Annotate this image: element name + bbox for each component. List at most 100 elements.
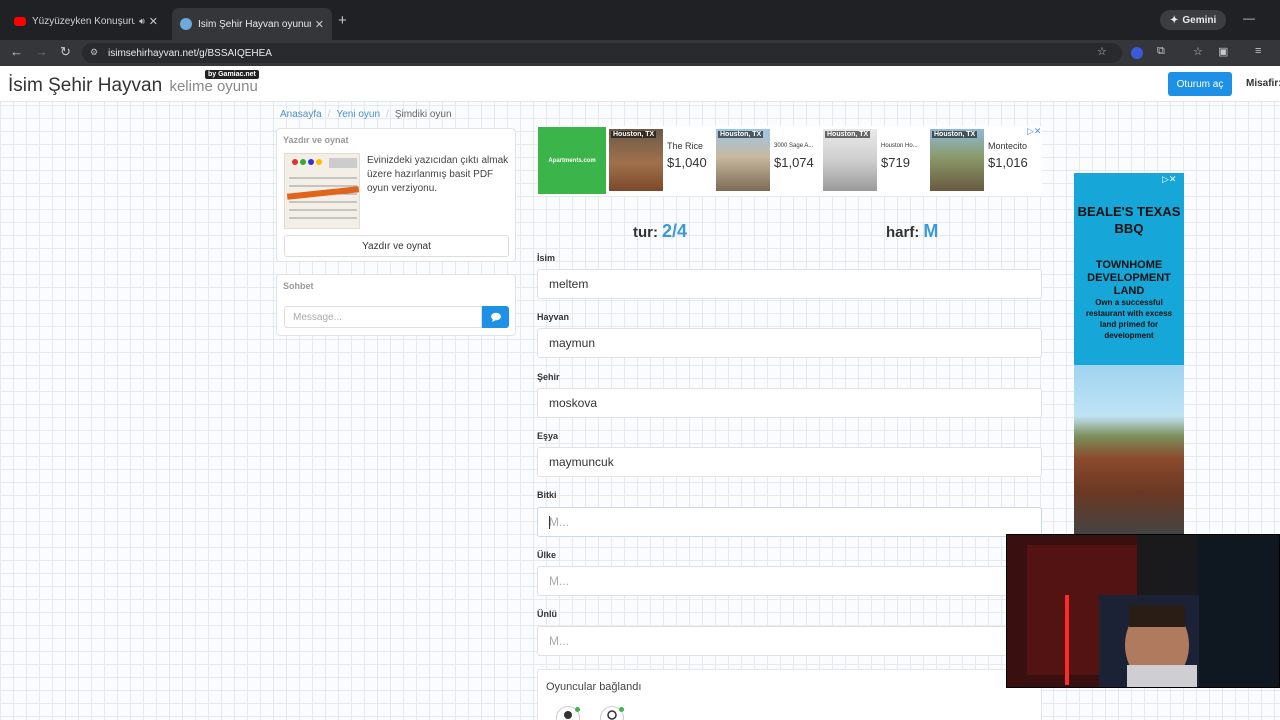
listing-price: $719 (881, 155, 910, 170)
site-info-icon[interactable]: ⚙ (90, 47, 98, 58)
listing-name: The Rice (667, 141, 704, 151)
ad-subhead: TOWNHOME DEVELOPMENT LAND (1087, 259, 1171, 297)
field-input-ulke[interactable]: M... (537, 566, 1042, 596)
breadcrumb-separator: / (327, 109, 331, 120)
ad-listing[interactable]: Houston, TX Montecito $1,016 (930, 129, 1037, 191)
field-label-bitki: Bitki (537, 490, 557, 500)
field-input-unlu[interactable]: M... (537, 626, 1042, 656)
listing-city: Houston, TX (825, 131, 871, 138)
round-info: tur: 2/4 (633, 221, 687, 242)
youtube-icon (14, 16, 26, 26)
brand-title: İsim Şehir Hayvan (8, 75, 163, 96)
breadcrumb: Anasayfa / Yeni oyun / Şimdiki oyun (280, 109, 452, 120)
chat-message-input[interactable]: Message... (284, 306, 482, 328)
print-preview-image (284, 153, 360, 229)
ad-choices-close-icon[interactable]: ▷✕ (1027, 126, 1041, 137)
listing-name: Houston Ho... (881, 143, 918, 149)
reload-icon[interactable]: ↻ (60, 44, 71, 60)
ad-choices-close-icon[interactable]: ▷✕ (1162, 174, 1176, 185)
forward-icon[interactable]: → (35, 44, 48, 59)
field-label-unlu: Ünlü (537, 609, 557, 619)
login-button[interactable]: Oturum aç (1168, 72, 1232, 96)
gemini-button[interactable]: ✦ Gemini (1160, 10, 1227, 30)
ad-listing[interactable]: Houston, TX 3000 Sage A... $1,074 (716, 129, 823, 191)
listing-photo (930, 129, 984, 191)
extensions-puzzle-icon[interactable]: ⧉ (1157, 45, 1165, 58)
chat-bubble-icon (490, 312, 501, 322)
field-input-isim[interactable]: meltem (537, 269, 1042, 299)
print-and-play-button[interactable]: Yazdır ve oynat (284, 235, 509, 257)
minimize-icon[interactable]: — (1243, 11, 1255, 25)
ad-body: Own a successful restaurant with excess … (1085, 298, 1173, 340)
gemini-label: Gemini (1182, 14, 1217, 26)
chat-title: Sohbet (283, 281, 314, 291)
menu-icon[interactable]: ≡ (1255, 45, 1261, 57)
breadcrumb-separator: / (386, 109, 389, 120)
url-text: isimsehirhayvan.net/g/BSSAIQEHEA (108, 47, 272, 59)
ad-banner-side[interactable]: ▷✕ BEALE'S TEXAS BBQ TOWNHOME DEVELOPMEN… (1074, 173, 1184, 535)
brand-subtitle: kelime oyunu (169, 78, 258, 95)
listing-price: $1,074 (774, 155, 814, 170)
field-input-esya[interactable]: maymuncuk (537, 447, 1042, 477)
sparkle-icon: ✦ (1170, 14, 1179, 26)
chat-send-button[interactable] (482, 306, 509, 328)
listing-photo (609, 129, 663, 191)
tab-title: İsim Şehir Hayvan oyununa katıl (198, 18, 311, 30)
letter-label: harf: (886, 224, 920, 241)
field-input-hayvan[interactable]: maymun (537, 328, 1042, 358)
ad-logo: Apartments.com (538, 127, 606, 194)
player-avatar-icon (556, 706, 580, 720)
field-label-isim: İsim (537, 253, 556, 263)
ad-photo (1074, 365, 1184, 535)
round-label: tur: (633, 224, 658, 241)
listing-city: Houston, TX (932, 131, 978, 138)
listing-price: $1,016 (988, 155, 1028, 170)
listing-city: Houston, TX (611, 131, 657, 138)
chat-panel: Sohbet Message... (276, 274, 516, 336)
players-title: Oyuncular bağlandı (546, 681, 642, 693)
field-input-sehir[interactable]: moskova (537, 388, 1042, 418)
print-panel: Yazdır ve oynat Evinizdeki yazıcıdan çık… (276, 128, 516, 262)
field-label-sehir: Şehir (537, 372, 560, 382)
extension-icon[interactable] (1131, 47, 1143, 59)
page-content: İsim Şehir Hayvan kelime oyunu by Gamiac… (0, 66, 1280, 720)
listing-price: $1,040 (667, 155, 707, 170)
ad-listing[interactable]: Houston, TX The Rice $1,040 (609, 129, 716, 191)
letter-value: M (923, 221, 939, 241)
online-indicator (575, 707, 580, 712)
round-value: 2/4 (662, 221, 688, 241)
field-label-hayvan: Hayvan (537, 312, 570, 322)
print-panel-title: Yazdır ve oynat (283, 135, 349, 145)
online-indicator (619, 707, 624, 712)
ad-headline: BEALE'S TEXAS BBQ (1077, 204, 1181, 236)
print-description: Evinizdeki yazıcıdan çıktı almak üzere h… (367, 155, 509, 194)
field-label-ulke: Ülke (537, 550, 557, 560)
listing-name: Montecito (988, 141, 1028, 151)
listing-name: 3000 Sage A... (774, 143, 814, 149)
close-tab-icon[interactable]: ✕ (149, 15, 158, 28)
webcam-overlay (1006, 534, 1280, 688)
close-tab-icon[interactable]: ✕ (315, 18, 324, 31)
back-icon[interactable]: ← (10, 44, 23, 59)
breadcrumb-new-game[interactable]: Yeni oyun (336, 109, 380, 120)
site-favicon-icon (180, 18, 192, 30)
breadcrumb-home[interactable]: Anasayfa (280, 109, 322, 120)
tab-search-icon[interactable]: ▣ (1218, 45, 1228, 58)
speaker-icon: 🔊︎ (139, 15, 145, 26)
tab-youtube[interactable]: Yüzyüzeyken Konuşuruz - D 🔊︎ ✕ (6, 8, 166, 34)
tab-isim-sehir-hayvan[interactable]: İsim Şehir Hayvan oyununa katıl ✕ (172, 8, 332, 40)
byline-badge: by Gamiac.net (205, 70, 259, 79)
field-input-bitki[interactable]: M... (537, 507, 1042, 537)
site-navbar: İsim Şehir Hayvan kelime oyunu by Gamiac… (0, 66, 1280, 102)
guest-label: Misafir: (1246, 78, 1280, 89)
url-field[interactable]: ⚙ isimsehirhayvan.net/g/BSSAIQEHEA (82, 43, 1122, 63)
tab-title: Yüzyüzeyken Konuşuruz - D (32, 15, 136, 27)
new-tab-icon[interactable]: + (338, 12, 347, 29)
listing-photo (716, 129, 770, 191)
ad-listing[interactable]: Houston, TX Houston Ho... $719 (823, 129, 930, 191)
field-label-esya: Eşya (537, 431, 559, 441)
letter-info: harf: M (886, 221, 938, 242)
bookmarks-icon[interactable]: ☆ (1193, 45, 1203, 58)
bookmark-star-icon[interactable]: ☆ (1097, 45, 1107, 58)
ad-banner-top[interactable]: Apartments.com Houston, TX The Rice $1,0… (537, 126, 1042, 196)
